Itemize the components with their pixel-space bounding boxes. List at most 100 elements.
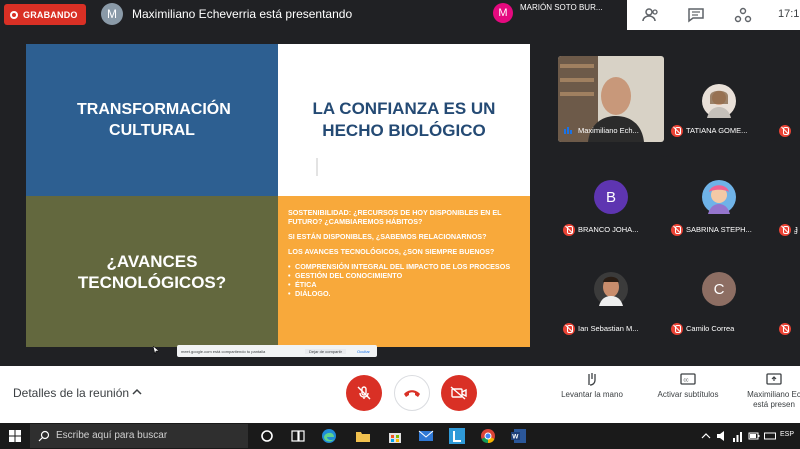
presenting-button[interactable]: Maximiliano Ec está presen (744, 372, 800, 410)
keyboard-icon[interactable] (764, 428, 776, 444)
hand-icon (588, 373, 596, 386)
chat-icon[interactable] (687, 7, 705, 23)
svg-text:W: W (512, 434, 519, 441)
mic-off-icon (671, 323, 683, 335)
pinned-participant-avatar[interactable]: M (493, 3, 513, 23)
camera-toggle-button[interactable] (441, 375, 477, 411)
recording-badge[interactable]: GRABANDO (4, 4, 86, 25)
raise-hand-button[interactable]: Levantar la mano (547, 372, 637, 399)
chevron-up-icon[interactable] (132, 388, 142, 396)
mic-off-icon (671, 224, 683, 236)
presenting-label-line1: Maximiliano Ec (747, 390, 800, 399)
screen-share-notice: meet.google.com está compartiendo tu pan… (177, 345, 377, 357)
participant-name: BRANCO JOHA... (578, 225, 639, 234)
slide-question: LOS AVANCES TECNOLÓGICOS, ¿SON SIEMPRE B… (288, 247, 495, 256)
speaking-indicator-icon (564, 127, 572, 134)
top-right-panel: 17:1 (627, 0, 800, 30)
meeting-controls-bar: Detalles de la reunión Levantar la mano … (0, 366, 800, 423)
mic-off-icon (779, 224, 791, 236)
slide-title-avances: ¿AVANCES TECNOLÓGICOS? (77, 251, 227, 292)
l-app-icon[interactable] (449, 428, 465, 444)
microphone-toggle-button[interactable] (346, 375, 382, 411)
slide-bullet: GESTIÓN DEL CONOCIMIENTO (288, 271, 522, 280)
network-icon[interactable] (732, 428, 744, 444)
slide-bullet-list: COMPRENSIÓN INTEGRAL DEL IMPACTO DE LOS … (288, 262, 522, 298)
participant-avatar: B (594, 180, 628, 214)
mic-off-icon (671, 125, 683, 137)
participant-tile[interactable]: B BRANCO JOHA... (558, 155, 664, 241)
battery-icon[interactable] (748, 428, 760, 444)
hide-notice-button[interactable]: Ocultar (357, 349, 370, 354)
mic-off-icon (357, 386, 371, 400)
svg-text:cc: cc (684, 378, 690, 384)
task-view-icon[interactable] (290, 428, 306, 444)
participant-name-partial: J (794, 227, 798, 236)
participant-tile[interactable]: SABRINA STEPH... (666, 155, 772, 241)
presentation-area: TRANSFORMACIÓN CULTURAL LA CONFIANZA ES … (0, 30, 550, 366)
cortana-icon[interactable] (259, 428, 275, 444)
file-explorer-icon[interactable] (355, 428, 371, 444)
store-icon[interactable] (387, 428, 403, 444)
volume-icon[interactable] (716, 428, 728, 444)
slide-title-cultural: TRANSFORMACIÓN CULTURAL (77, 101, 231, 139)
windows-start-icon[interactable] (9, 430, 21, 442)
chevron-up-icon[interactable] (700, 428, 712, 444)
people-icon[interactable] (642, 7, 660, 23)
leave-call-button[interactable] (394, 375, 430, 411)
camera-off-icon (450, 386, 467, 400)
participant-name: Ian Sebastian M... (578, 324, 639, 333)
recording-label: GRABANDO (23, 9, 78, 20)
mic-off-icon (779, 125, 791, 137)
slide-quadrant-avances: ¿AVANCES TECNOLÓGICOS? (26, 196, 278, 347)
slide-title-confianza: LA CONFIANZA ES UN HECHO BIOLÓGICO (312, 99, 496, 140)
slide-question: SI ESTÁN DISPONIBLES, ¿SABEMOS RELACIONA… (288, 232, 487, 241)
captions-icon: cc (680, 373, 696, 385)
participant-avatar: C (702, 272, 736, 306)
top-bar: GRABANDO M Maximiliano Echeverria está p… (0, 0, 800, 30)
presenter-avatar: M (101, 3, 123, 25)
slide-decoration (316, 158, 318, 176)
mail-icon[interactable] (418, 428, 434, 444)
hang-up-icon (404, 390, 420, 397)
clock: 17:1 (778, 8, 800, 20)
mic-off-icon (779, 323, 791, 335)
participant-name: Camilo Correa (686, 324, 735, 333)
search-placeholder: Escribe aquí para buscar (56, 430, 168, 441)
search-icon (38, 430, 50, 442)
edge-browser-icon[interactable] (321, 428, 337, 444)
participant-tile[interactable]: Ian Sebastian M... (558, 254, 664, 340)
share-notice-text: meet.google.com está compartiendo tu pan… (181, 349, 266, 354)
present-screen-icon (766, 373, 782, 385)
participant-tile[interactable]: TATIANA GOME... (666, 56, 772, 142)
participant-name: SABRINA STEPH... (686, 225, 752, 234)
presenting-status: Maximiliano Echeverria está presentando (132, 7, 353, 21)
participant-tile[interactable]: C Camilo Correa (666, 254, 772, 340)
participant-photo-avatar (702, 84, 736, 118)
stop-sharing-button[interactable]: Dejar de compartir (305, 349, 346, 354)
slide-quadrant-cultural: TRANSFORMACIÓN CULTURAL (26, 44, 278, 196)
participant-photo-avatar (702, 180, 736, 214)
meet-window: GRABANDO M Maximiliano Echeverria está p… (0, 0, 800, 449)
presenting-label-line2: está presen (753, 400, 795, 409)
pinned-participant-name: MARIÓN SOTO BUR... (520, 3, 603, 12)
slide-quadrant-confianza: LA CONFIANZA ES UN HECHO BIOLÓGICO (278, 44, 530, 196)
participant-name: TATIANA GOME... (686, 126, 748, 135)
mic-off-icon (563, 323, 575, 335)
captions-button[interactable]: cc Activar subtítulos (643, 372, 733, 399)
presentation-slide: TRANSFORMACIÓN CULTURAL LA CONFIANZA ES … (26, 44, 530, 347)
meeting-details-button[interactable]: Detalles de la reunión (13, 386, 129, 400)
participant-tile-partial[interactable] (774, 254, 800, 340)
participant-tile[interactable]: Maximiliano Ech... (558, 56, 664, 142)
chrome-icon[interactable] (480, 428, 496, 444)
windows-taskbar: Escribe aquí para buscar W ESP (0, 423, 800, 449)
taskbar-search-input[interactable]: Escribe aquí para buscar (30, 424, 248, 448)
participant-photo-avatar (594, 272, 628, 306)
input-language-indicator[interactable]: ESP (780, 431, 794, 438)
activities-icon[interactable] (734, 7, 752, 23)
word-icon[interactable]: W (511, 428, 527, 444)
participant-tile-partial[interactable] (774, 56, 800, 142)
slide-bullet: ÉTICA (288, 280, 522, 289)
participant-name: Maximiliano Ech... (578, 126, 639, 135)
slide-question: SOSTENIBILIDAD: ¿RECURSOS DE HOY DISPONI… (288, 208, 502, 226)
slide-bullet: DIÁLOGO. (288, 289, 522, 298)
